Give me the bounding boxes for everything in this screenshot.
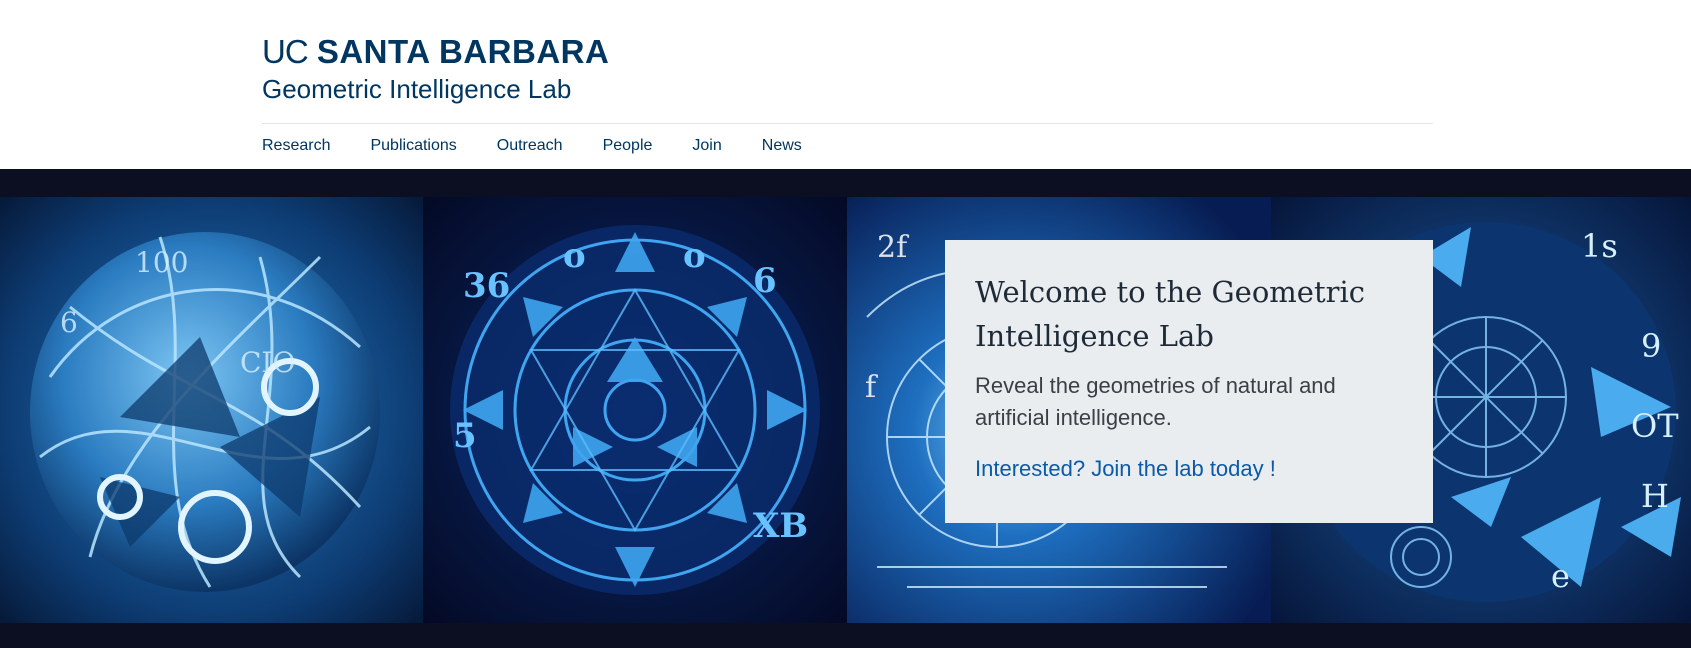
nav-item-research[interactable]: Research	[262, 135, 330, 159]
brand-uc: UC	[262, 33, 309, 70]
svg-text:9: 9	[1641, 327, 1661, 365]
svg-text:o: o	[683, 236, 706, 276]
brand-university: SANTA BARBARA	[316, 33, 610, 70]
svg-text:6: 6	[60, 306, 78, 339]
main-nav: Research Publications Outreach People Jo…	[262, 135, 842, 159]
welcome-tagline: Reveal the geometries of natural and art…	[975, 373, 1336, 430]
svg-text:e: e	[1551, 557, 1570, 595]
svg-text:100: 100	[135, 246, 188, 279]
abstract-math-sphere-image: 100 CIO 6	[0, 197, 423, 623]
site-logo[interactable]: UC SANTA BARBARA Geometric Intelligence …	[262, 32, 609, 106]
svg-text:o: o	[563, 236, 586, 276]
svg-text:CIO: CIO	[240, 346, 295, 379]
svg-text:OT: OT	[1631, 407, 1679, 445]
join-lab-link[interactable]: Interested? Join the lab today !	[975, 454, 1276, 484]
geometric-mandala-image: 36 6 5 XB o o	[423, 197, 847, 623]
nav-item-outreach[interactable]: Outreach	[497, 135, 563, 159]
nav-item-people[interactable]: People	[603, 135, 653, 159]
svg-text:2f: 2f	[877, 230, 909, 265]
university-wordmark: UC SANTA BARBARA	[262, 32, 609, 72]
lab-name: Geometric Intelligence Lab	[262, 74, 572, 104]
nav-item-publications[interactable]: Publications	[370, 135, 456, 159]
nav-item-news[interactable]: News	[762, 135, 802, 159]
svg-text:H: H	[1641, 477, 1669, 515]
welcome-title: Welcome to the Geometric Intelligence La…	[975, 275, 1365, 353]
hero-banner: 100 CIO 6 36 6 5 XB o o 2f f 1s 9 OT H e	[0, 169, 1691, 648]
svg-text:f: f	[865, 370, 878, 405]
svg-text:6: 6	[753, 261, 777, 301]
svg-text:36: 36	[463, 266, 510, 306]
site-header: UC SANTA BARBARA Geometric Intelligence …	[0, 0, 1691, 169]
svg-text:5: 5	[453, 416, 477, 456]
header-divider	[262, 123, 1433, 124]
nav-item-join[interactable]: Join	[692, 135, 721, 159]
svg-text:XB: XB	[753, 506, 808, 546]
svg-text:1s: 1s	[1581, 227, 1618, 265]
welcome-card: Welcome to the Geometric Intelligence La…	[945, 240, 1433, 523]
